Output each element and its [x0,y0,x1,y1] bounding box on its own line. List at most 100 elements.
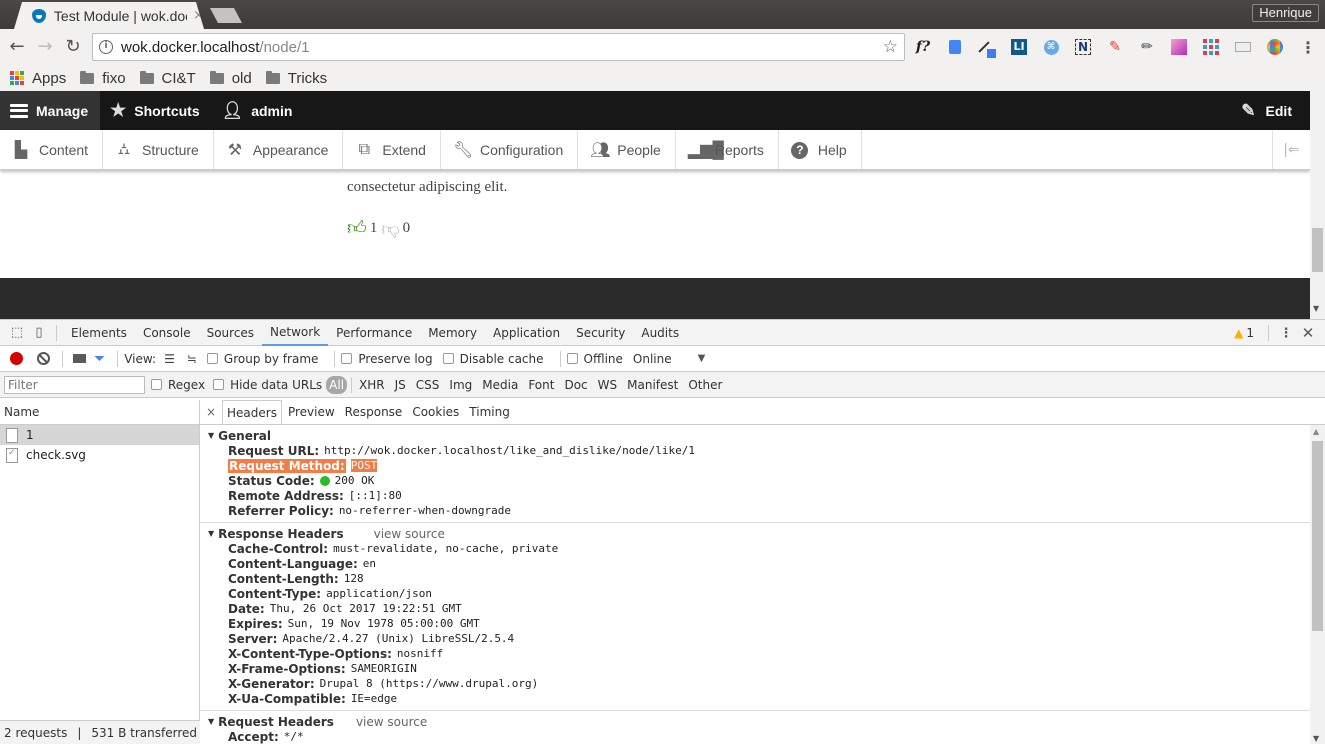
address-bar[interactable]: i wok.docker.localhost/node/1 ☆ [92,33,905,61]
thumbs-down-icon[interactable]: 👎︎ [381,218,399,240]
checkbox[interactable] [566,353,578,364]
shortcut-icon[interactable]: ⌘ [1041,37,1061,57]
site-info-icon[interactable]: i [99,40,113,54]
checkbox[interactable] [206,353,218,364]
reload-icon[interactable]: ↻ [62,36,84,58]
inspect-element-icon[interactable]: ⬚ [6,322,28,344]
devtools-tab-audits[interactable]: Audits [633,320,687,346]
tray-item-configuration[interactable]: 🔧︎ Configuration [441,130,579,169]
checkbox[interactable] [341,353,353,364]
google-translate-icon[interactable] [945,37,965,57]
filter-type-js[interactable]: JS [390,376,411,394]
profile-button[interactable]: Henrique [1252,4,1319,22]
tray-item-appearance[interactable]: ⚒ Appearance [214,130,344,169]
tray-item-people[interactable]: 👥︎ People [578,130,676,169]
checkbox[interactable] [442,353,454,364]
thumbs-up-icon[interactable]: 👍︎ [347,217,367,240]
devtools-tab-application[interactable]: Application [485,320,568,346]
devtools-menu-icon[interactable]: ⋮ [1275,322,1297,344]
detail-tab-response[interactable]: Response [341,400,407,424]
page-scrollbar[interactable]: ▼ [1310,91,1325,319]
color-picker-icon[interactable] [977,37,999,58]
scroll-down-arrow-icon[interactable]: ▼ [1313,304,1319,313]
filter-funnel-icon[interactable]: ⏷ [94,351,105,367]
large-rows-icon[interactable]: ☰ [164,352,175,366]
hide-data-urls-checkbox[interactable]: Hide data URLs [213,378,322,392]
filter-type-css[interactable]: CSS [411,376,445,394]
filter-type-media[interactable]: Media [477,376,523,394]
view-source-link[interactable]: view source [356,715,427,729]
clear-icon[interactable] [37,352,50,365]
devtools-tab-sources[interactable]: Sources [199,320,262,346]
tray-item-content[interactable]: ▙ Content [0,130,104,169]
bookmark-apps[interactable]: Apps [10,70,66,87]
checkbox[interactable] [213,379,225,390]
bookmark-folder-ciandt[interactable]: CI&T [139,70,196,87]
detail-tab-headers[interactable]: Headers [222,400,282,424]
devtools-tab-network[interactable]: Network [262,320,329,346]
toolbar-user[interactable]: 👤︎ admin [212,91,305,130]
filter-type-ws[interactable]: WS [593,376,622,394]
filter-type-img[interactable]: Img [444,376,477,394]
chrome-menu-icon[interactable]: ⋮ [1298,37,1318,57]
checkbox[interactable] [151,379,162,390]
detail-tab-cookies[interactable]: Cookies [408,400,463,424]
chrome-color-icon[interactable] [1265,37,1285,57]
toolbar-shortcuts[interactable]: ★ Shortcuts [100,91,211,130]
request-row[interactable]: 1 [0,425,199,445]
bookmark-folder-fixo[interactable]: fixo [80,70,126,87]
devtools-tab-performance[interactable]: Performance [328,320,420,346]
bookmark-folder-old[interactable]: old [209,70,252,87]
screenshot-camera-icon[interactable] [73,354,86,363]
devtools-tab-security[interactable]: Security [568,320,633,346]
request-list-header[interactable]: Name [0,400,199,425]
preserve-log-checkbox[interactable]: Preserve log [341,352,433,366]
scroll-up-arrow-icon[interactable]: ▲ [1313,427,1319,436]
gradient-icon[interactable] [1169,37,1189,57]
filter-type-all[interactable]: All [326,375,348,394]
regex-checkbox[interactable]: Regex [151,378,205,392]
notes-icon[interactable]: N [1073,37,1093,57]
request-headers-toggle[interactable]: ▼ Request Headers view source [200,714,1310,729]
grid-icon[interactable] [1201,37,1221,57]
devtools-close-icon[interactable]: ✕ [1297,322,1319,344]
request-row[interactable]: check.svg [0,445,199,465]
back-icon[interactable]: ← [6,36,28,58]
detail-tab-timing[interactable]: Timing [465,400,514,424]
devtools-tab-memory[interactable]: Memory [420,320,485,346]
tray-item-reports[interactable]: ▂▆█ Reports [676,130,779,169]
toolbar-edit[interactable]: ✎ Edit [1241,91,1292,130]
bookmark-folder-tricks[interactable]: Tricks [265,70,327,87]
tray-item-extend[interactable]: ⧉ Extend [343,130,441,169]
tray-orientation-toggle[interactable]: |⇐ [1272,130,1310,169]
warnings-badge[interactable]: ▲ 1 [1234,326,1254,340]
filter-input[interactable] [4,375,145,394]
font-finder-icon[interactable]: f? [913,37,933,57]
disable-cache-checkbox[interactable]: Disable cache [442,352,544,366]
filter-type-other[interactable]: Other [683,376,727,394]
filter-type-manifest[interactable]: Manifest [622,376,683,394]
toolbar-manage[interactable]: Manage [0,91,101,130]
pencil-icon[interactable]: ✏ [1137,37,1157,57]
filter-type-doc[interactable]: Doc [559,376,592,394]
view-source-link[interactable]: view source [374,527,445,541]
tray-item-help[interactable]: ? Help [779,130,862,169]
pen-icon[interactable]: ✎ [1105,37,1125,57]
throttling-select[interactable]: Online ▼ [633,352,705,366]
new-tab-button[interactable] [210,8,242,23]
overview-icon[interactable]: ≒ [187,352,197,366]
linkedin-icon[interactable]: LI [1009,37,1029,57]
tray-item-structure[interactable]: ⛼ Structure [103,130,214,169]
browser-tab[interactable]: Test Module | wok.docker.localhost × [14,2,204,29]
filter-type-xhr[interactable]: XHR [354,376,390,394]
headers-scrollbar-thumb[interactable] [1312,441,1323,631]
tab-close-icon[interactable]: × [193,8,204,23]
device-toolbar-icon[interactable]: ▯ [28,322,50,344]
forward-icon[interactable]: → [34,36,56,58]
record-icon[interactable] [10,352,23,365]
headers-scrollbar[interactable]: ▲ ▼ [1310,425,1325,744]
response-headers-toggle[interactable]: ▼ Response Headers view source [200,526,1310,541]
page-scrollbar-thumb[interactable] [1312,228,1323,272]
detail-tab-preview[interactable]: Preview [284,400,339,424]
bookmark-star-icon[interactable]: ☆ [883,37,898,57]
